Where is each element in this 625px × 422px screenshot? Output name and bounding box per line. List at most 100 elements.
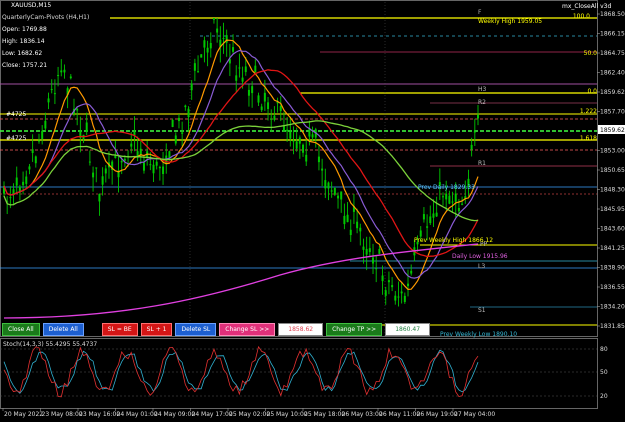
candle-body <box>400 291 403 294</box>
price-tick-label: 1836.55 <box>600 284 625 291</box>
candle-body <box>333 188 336 195</box>
time-tick-label: 24 May 17:00 <box>192 411 233 418</box>
candle-body <box>197 71 200 73</box>
chart-canvas[interactable]: Weekly High 1959.05FH3R2R1L3S1PP100.01.2… <box>0 0 625 422</box>
candle-body <box>232 47 235 52</box>
candle-body <box>98 193 101 202</box>
candle-body <box>162 166 165 175</box>
candle-body <box>279 106 282 112</box>
candle-body <box>426 226 429 228</box>
candle-body <box>263 92 266 102</box>
candle-body <box>37 140 40 142</box>
candle-body <box>359 227 362 232</box>
price-tick-label: 1864.75 <box>600 50 625 57</box>
candle-body <box>422 214 425 220</box>
candle-body <box>254 65 257 73</box>
time-tick-label: 25 May 18:00 <box>304 411 345 418</box>
candle-body <box>356 221 359 229</box>
candle-body <box>200 54 203 58</box>
stoch-title: Stoch(14,3,3) 55.4295 55.4737 <box>3 341 97 348</box>
r1-label: R1 <box>478 160 486 167</box>
candle-body <box>321 168 324 171</box>
candle-body <box>85 122 88 132</box>
sl-plus-one-button[interactable]: SL + 1 <box>140 323 173 336</box>
candle-body <box>442 196 445 198</box>
change-tp-button[interactable]: Change TP >> <box>326 323 383 336</box>
sl-value-field[interactable]: 1858.62 <box>278 323 324 336</box>
candle-body <box>28 166 31 170</box>
candle-body <box>362 246 365 250</box>
tp-value-field[interactable]: 1860.47 <box>385 323 431 336</box>
trade-button-bar: Close All Delete All SL = BE SL + 1 Dele… <box>2 323 431 336</box>
candle-body <box>324 180 327 189</box>
close-all-button[interactable]: Close All <box>2 323 40 336</box>
open-value: Open: 1769.88 <box>2 26 47 33</box>
candle-body <box>454 193 457 202</box>
candle-body <box>305 154 308 162</box>
candle-body <box>381 275 384 282</box>
prev-weekly-high-label: Prev Weekly High 1866.12 <box>414 237 493 244</box>
price-tick-label: 1868.50 <box>600 11 625 18</box>
candle-body <box>120 160 123 163</box>
fib-marker-label: F <box>478 9 482 16</box>
candle-body <box>212 18 215 20</box>
time-tick-label: 27 May 04:00 <box>454 411 495 418</box>
candle-body <box>394 295 397 301</box>
expert-advisor-label: mx_CloseAll v3d <box>562 3 612 10</box>
candle-body <box>282 126 285 131</box>
candle-body <box>445 193 448 200</box>
stoch-frame <box>0 338 598 409</box>
price-tick-label: 1841.25 <box>600 245 625 252</box>
candle-body <box>410 270 413 274</box>
candle-body <box>88 161 91 163</box>
candle-body <box>432 213 435 218</box>
delete-all-button[interactable]: Delete All <box>42 323 84 336</box>
time-tick-label: 26 May 11:00 <box>379 411 420 418</box>
candle-body <box>50 89 53 91</box>
candle-body <box>92 172 95 178</box>
candle-body <box>47 98 50 103</box>
info-panel: QuarterlyCam-Pivots (H4,H1) Open: 1769.8… <box>2 2 89 72</box>
time-tick-label: 20 May 2022 <box>4 411 43 418</box>
candle-body <box>327 182 330 189</box>
candle-body <box>142 162 145 171</box>
candle-body <box>244 66 247 73</box>
h3-label: H3 <box>478 86 487 93</box>
daily-low-label: Daily Low 1915.96 <box>452 253 508 260</box>
candle-body <box>149 164 152 166</box>
ma-long-line <box>3 120 479 222</box>
candle-body <box>76 108 79 111</box>
low-value: Low: 1682.62 <box>2 50 43 57</box>
fib-1222-tag: 1.222 <box>580 108 597 115</box>
candle-body <box>289 131 292 139</box>
candle-body <box>177 117 180 122</box>
change-sl-button[interactable]: Change SL >> <box>219 323 276 336</box>
time-tick-label: 26 May 03:00 <box>342 411 383 418</box>
fib-1618-tag: 1.618 <box>580 135 597 142</box>
current-price-label: 1859.62 <box>600 127 625 134</box>
delete-sl-button[interactable]: Delete SL <box>175 323 217 336</box>
candle-body <box>419 230 422 237</box>
candle-body <box>203 40 206 48</box>
candle-body <box>216 28 219 33</box>
order-buy-label: #4725 <box>6 111 26 118</box>
candle-body <box>349 229 352 236</box>
candle-body <box>257 95 260 103</box>
stoch-level-label: 50 <box>600 369 608 376</box>
candle-body <box>104 168 107 174</box>
candle-body <box>174 135 177 144</box>
price-tick-label: 1866.15 <box>600 31 625 38</box>
time-tick-label: 26 May 19:00 <box>417 411 458 418</box>
price-tick-label: 1848.30 <box>600 187 625 194</box>
ma-extra-line <box>3 243 479 319</box>
candle-body <box>457 208 460 212</box>
candle-body <box>391 285 394 288</box>
candle-body <box>270 118 273 120</box>
candle-body <box>340 191 343 200</box>
time-tick-label: 24 May 01:00 <box>117 411 158 418</box>
sl-be-button[interactable]: SL = BE <box>101 323 138 336</box>
candle-body <box>101 176 104 185</box>
main-frame <box>0 0 598 337</box>
candle-body <box>130 143 133 147</box>
candle-body <box>31 149 34 153</box>
